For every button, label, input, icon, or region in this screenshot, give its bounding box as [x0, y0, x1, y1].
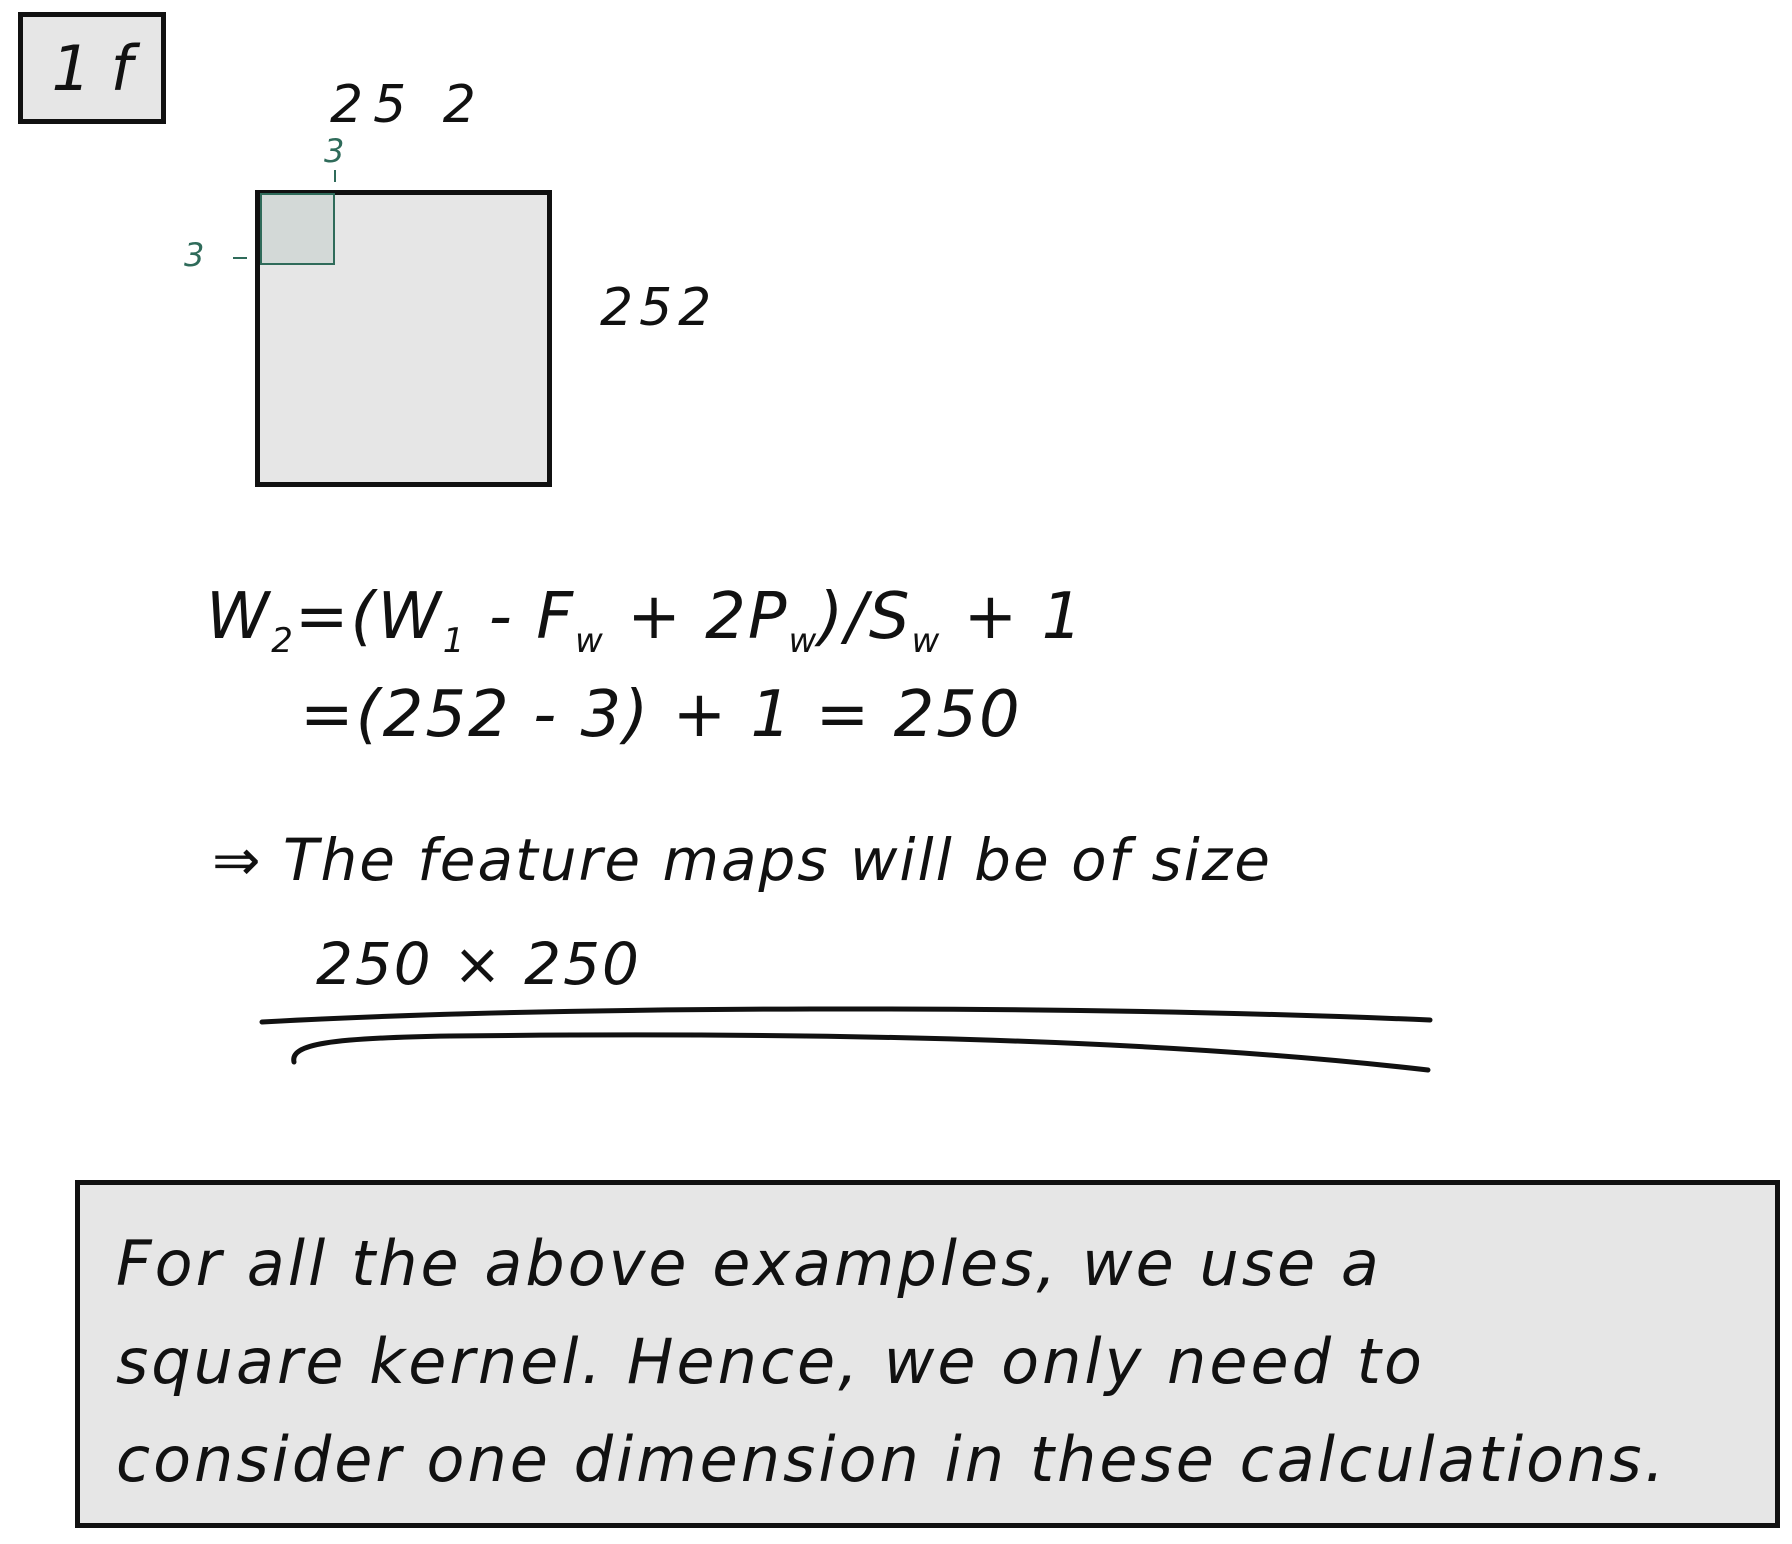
formula-plus-1: + 1: [941, 580, 1085, 654]
formula-line-1: W2=(W1 - Fw + 2Pw)/Sw + 1: [206, 580, 1084, 661]
kernel-height-label: 3: [184, 236, 205, 274]
formula-w2-sub: 2: [271, 620, 295, 661]
formula-line-2: =(252 - 3) + 1 = 250: [300, 678, 1022, 752]
problem-label: 1 f: [18, 12, 166, 124]
formula-w1-sub: 1: [442, 620, 467, 661]
note-line-1: For all the above examples, we use a: [116, 1227, 1382, 1300]
conclusion-line-1: ⇒ The feature maps will be of size: [212, 826, 1272, 894]
problem-label-text: 1 f: [51, 31, 133, 105]
note-box: For all the above examples, we use a squ…: [75, 1180, 1780, 1528]
formula-eq-w1: =(W: [294, 580, 443, 654]
formula-s-sub: w: [911, 620, 942, 661]
note-line-2: square kernel. Hence, we only need to: [116, 1325, 1425, 1398]
kernel-height-tick: [233, 257, 247, 259]
note-line-3: consider one dimension in these calculat…: [116, 1423, 1668, 1496]
formula-f-sub: w: [575, 620, 605, 661]
kernel-width-tick: [334, 170, 336, 182]
kernel-square: [260, 193, 335, 265]
conclusion-line-2: 250 × 250: [316, 930, 641, 998]
double-underline: [259, 1006, 1433, 1073]
formula-plus-2p: + 2P: [604, 580, 789, 654]
height-label: 252: [600, 278, 718, 338]
kernel-width-label: 3: [324, 132, 345, 170]
formula-div-s: )/S: [818, 580, 912, 654]
formula-minus-f: - F: [466, 580, 576, 654]
width-label: 25 2: [330, 75, 486, 135]
formula-p-sub: w: [788, 620, 819, 661]
formula-w2: W: [206, 580, 272, 654]
